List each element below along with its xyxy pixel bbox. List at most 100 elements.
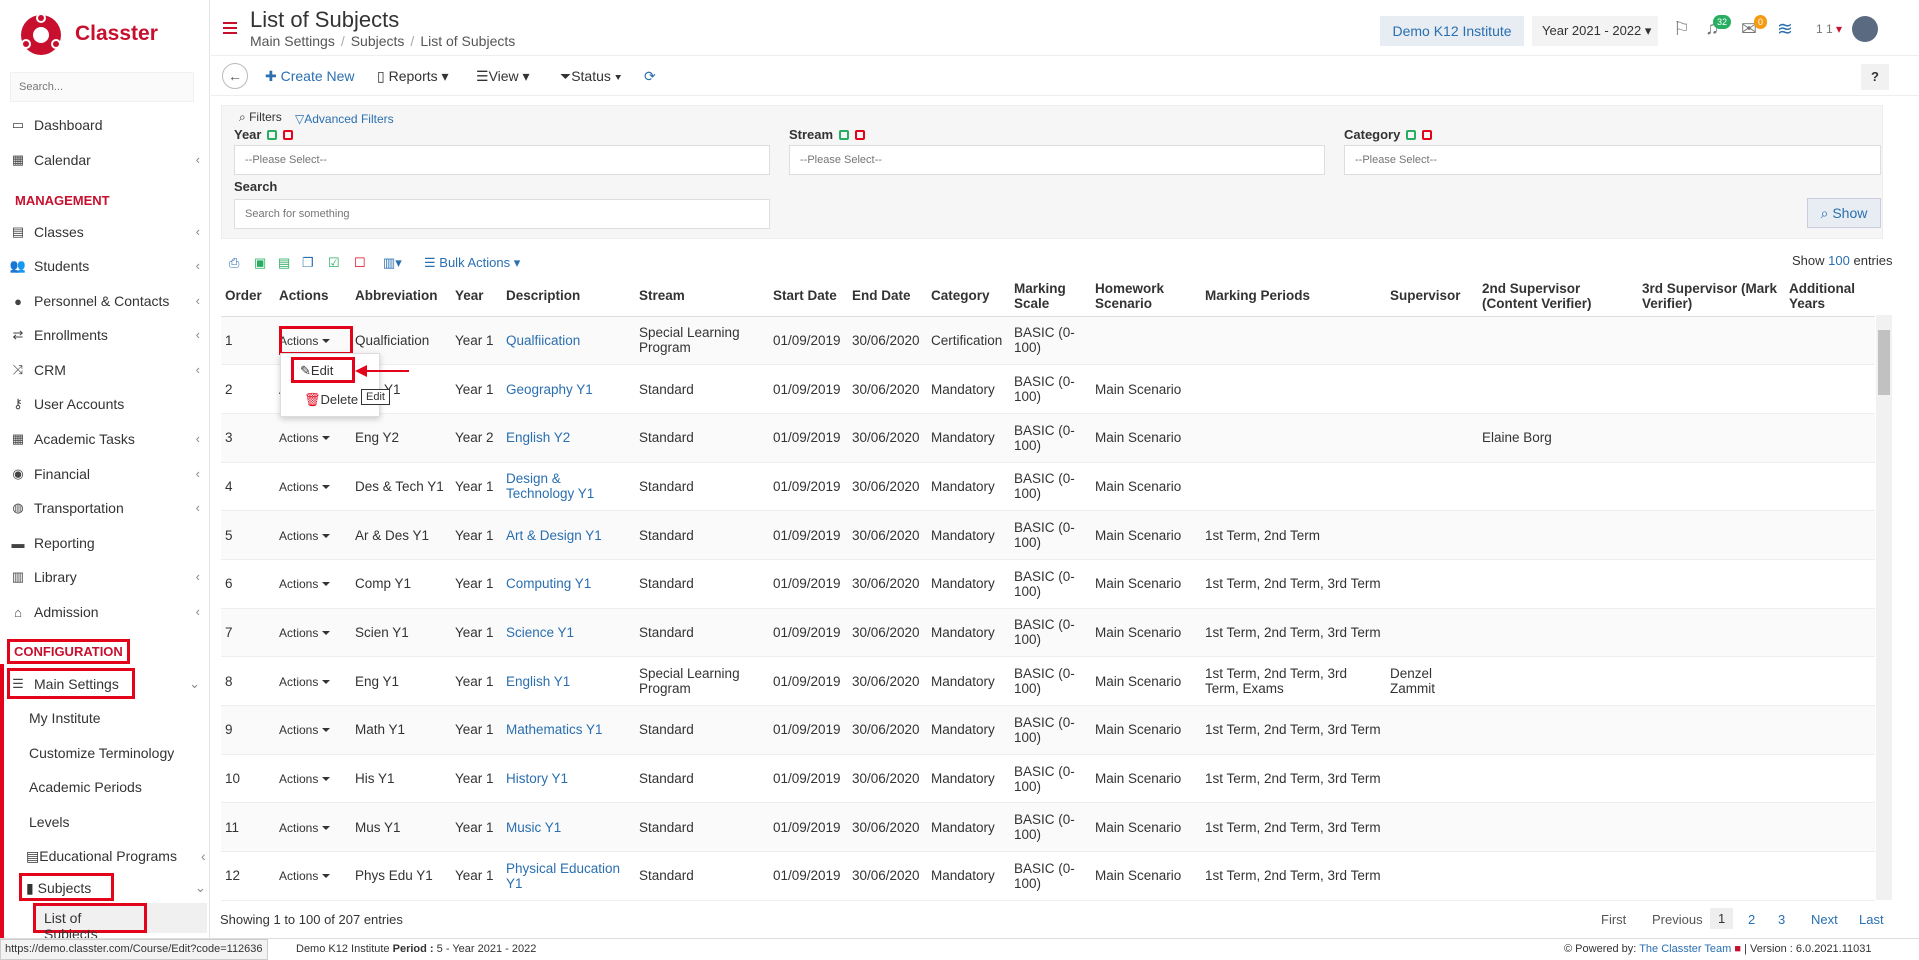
stream-select[interactable] [789, 145, 1325, 175]
check-all-icon[interactable] [1406, 130, 1417, 140]
cell-description[interactable]: History Y1 [502, 754, 635, 804]
refresh-icon[interactable]: ⟳ [644, 68, 656, 85]
category-select[interactable] [1344, 145, 1881, 175]
column-header[interactable]: Additional Years [1785, 276, 1875, 317]
sidebar-item-enrollments[interactable]: ⇄ Enrollments ‹ [0, 319, 210, 351]
bulk-actions-dropdown[interactable]: ☰ Bulk Actions ▾ [424, 255, 520, 271]
breadcrumb-item[interactable]: Subjects [351, 33, 405, 49]
column-header[interactable]: Homework Scenario [1091, 276, 1201, 317]
cell-description[interactable]: Qualfiication [502, 316, 635, 366]
sidebar-sub-list-of-subjects[interactable]: List of Subjects [33, 903, 147, 942]
sidebar-sub-my-institute[interactable]: My Institute [29, 710, 101, 726]
sidebar-item-calendar[interactable]: ▦ Calendar ‹ [0, 144, 210, 176]
actions-dropdown-button[interactable]: Actions [279, 626, 330, 640]
actions-dropdown-button[interactable]: Actions [279, 480, 330, 494]
sidebar-item-personnel[interactable]: ● Personnel & Contacts ‹ [0, 285, 210, 317]
csv-icon[interactable]: ▤ [278, 255, 290, 271]
create-new-button[interactable]: ✚ Create New [265, 68, 355, 85]
uncheck-all-icon[interactable] [855, 130, 866, 140]
layers-icon[interactable]: ≋ [1777, 18, 1793, 41]
excel-icon[interactable]: ▣ [254, 255, 266, 271]
year-select[interactable] [234, 145, 770, 175]
column-header[interactable]: Start Date [769, 276, 848, 317]
uncheck-all-icon[interactable] [283, 130, 294, 140]
entries-select[interactable]: 100 [1828, 253, 1850, 268]
user-short[interactable]: 1 1 ▾ [1816, 22, 1842, 36]
column-header[interactable]: Marking Periods [1201, 276, 1386, 317]
column-header[interactable]: Abbreviation [351, 276, 451, 317]
sidebar-item-admission[interactable]: ⌂ Admission ‹ [0, 596, 210, 628]
table-scrollbar[interactable] [1876, 315, 1892, 900]
column-header[interactable]: Description [502, 276, 635, 317]
pagination-page-3[interactable]: 3 [1778, 912, 1785, 927]
back-button[interactable]: ← [222, 63, 248, 89]
sidebar-item-academic-tasks[interactable]: ▦ Academic Tasks ‹ [0, 423, 210, 455]
view-dropdown[interactable]: ☰View ▾ [476, 68, 530, 85]
pagination-first[interactable]: First [1601, 912, 1626, 927]
cell-description[interactable]: English Y1 [502, 656, 635, 706]
column-header[interactable]: End Date [848, 276, 927, 317]
sidebar-item-classes[interactable]: ▤ Classes ‹ [0, 216, 210, 248]
scrollbar-thumb[interactable] [1878, 330, 1890, 395]
column-header[interactable]: Actions [275, 276, 351, 317]
actions-dropdown-button[interactable]: Actions [279, 772, 330, 786]
cell-description[interactable]: Physical Education Y1 [502, 851, 635, 901]
sidebar-item-main-settings[interactable]: ☰ Main Settings ⌄ [0, 668, 210, 700]
status-dropdown[interactable]: ⏷Status ▾ [560, 68, 622, 85]
sidebar-item-user-accounts[interactable]: ⚷ User Accounts [0, 388, 210, 420]
search-input[interactable] [234, 199, 770, 229]
column-header[interactable]: Year [451, 276, 502, 317]
cell-description[interactable]: Art & Design Y1 [502, 510, 635, 560]
columns-icon[interactable]: ▥▾ [383, 255, 402, 271]
column-header[interactable]: Category [927, 276, 1010, 317]
actions-dropdown-button[interactable]: Actions [279, 869, 330, 883]
check-all-icon[interactable] [267, 130, 278, 140]
actions-dropdown-button[interactable]: Actions [279, 675, 330, 689]
pagination-next[interactable]: Next [1811, 912, 1838, 927]
sidebar-sub-levels[interactable]: Levels [29, 814, 69, 830]
delete-menu-item[interactable]: 🗑Delete [304, 392, 358, 408]
column-header[interactable]: Stream [635, 276, 769, 317]
flag-icon[interactable]: ⚐ [1673, 18, 1690, 41]
cell-description[interactable]: Computing Y1 [502, 559, 635, 609]
sidebar-item-crm[interactable]: ⤨ CRM ‹ [0, 354, 210, 386]
cell-description[interactable]: Mathematics Y1 [502, 705, 635, 755]
copy-icon[interactable]: ❐ [302, 255, 314, 271]
cell-description[interactable]: Geography Y1 [502, 364, 635, 414]
check-all-icon[interactable] [839, 130, 850, 140]
column-header[interactable]: Order [221, 276, 275, 317]
actions-dropdown-button[interactable]: Actions [279, 821, 330, 835]
check-all-icon[interactable]: ☑ [328, 255, 340, 271]
pagination-last[interactable]: Last [1859, 912, 1884, 927]
sidebar-item-library[interactable]: ▥ Library ‹ [0, 561, 210, 593]
column-header[interactable]: 2nd Supervisor (Content Verifier) [1478, 276, 1638, 317]
avatar[interactable] [1852, 16, 1878, 42]
actions-dropdown-button[interactable]: Actions [279, 431, 330, 445]
column-header[interactable]: Supervisor [1386, 276, 1478, 317]
actions-dropdown-button[interactable]: Actions [279, 577, 330, 591]
sidebar-item-financial[interactable]: ◉ Financial ‹ [0, 458, 210, 490]
pagination-page-2[interactable]: 2 [1748, 912, 1755, 927]
sidebar-item-dashboard[interactable]: ▭ Dashboard [0, 109, 210, 141]
institute-selector[interactable]: Demo K12 Institute [1380, 16, 1524, 46]
team-link[interactable]: The Classter Team [1639, 943, 1731, 955]
column-header[interactable]: Marking Scale [1010, 276, 1091, 317]
help-button[interactable]: ? [1861, 64, 1889, 90]
sidebar-sub-customize-terminology[interactable]: Customize Terminology [29, 745, 174, 761]
sidebar-item-transportation[interactable]: ◍ Transportation ‹ [0, 492, 210, 524]
column-header[interactable]: 3rd Supervisor (Mark Verifier) [1638, 276, 1785, 317]
sidebar-search-input[interactable] [10, 72, 194, 102]
cell-description[interactable]: English Y2 [502, 413, 635, 463]
cell-description[interactable]: Music Y1 [502, 802, 635, 853]
edit-menu-item[interactable]: ✎Edit [291, 357, 355, 383]
cell-description[interactable]: Design & Technology Y1 [502, 462, 635, 512]
actions-dropdown-button[interactable]: Actions [279, 723, 330, 737]
sidebar-item-students[interactable]: 👥 Students ‹ [0, 250, 210, 282]
classter-logo[interactable] [18, 12, 64, 58]
sidebar-sub-subjects[interactable]: ▮ Subjects [19, 873, 114, 901]
hamburger-icon[interactable] [223, 22, 237, 34]
year-selector[interactable]: Year 2021 - 2022 ▾ [1532, 16, 1658, 46]
pagination-page-1[interactable]: 1 [1710, 908, 1734, 929]
breadcrumb-item[interactable]: Main Settings [250, 33, 335, 49]
uncheck-all-icon[interactable] [1422, 130, 1433, 140]
